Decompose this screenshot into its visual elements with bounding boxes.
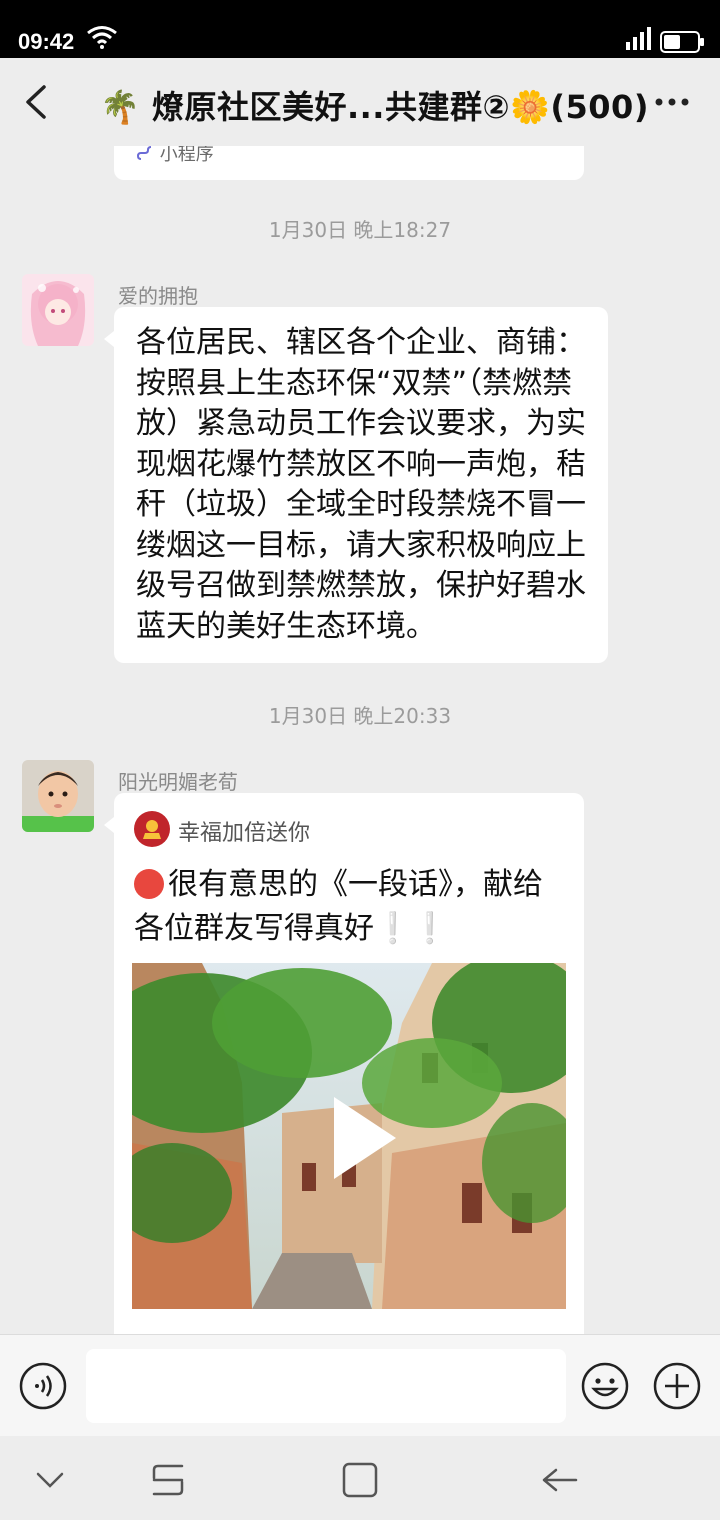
nav-recent-icon[interactable]: [148, 1462, 188, 1498]
video-thumbnail[interactable]: [132, 963, 566, 1309]
sender-name: 阳光明媚老荀: [118, 770, 238, 794]
system-nav-bar: [0, 1436, 720, 1520]
mini-program-text: 小程序: [159, 146, 214, 165]
red-circle-icon: [134, 869, 164, 899]
signal-icon: [626, 27, 651, 50]
card-source-name: 幸福加倍送你: [178, 821, 311, 846]
shared-video-card[interactable]: 幸福加倍送你 很有意思的《一段话》，献给各位群友写得真好❕❕: [104, 793, 584, 1334]
battery-icon: [660, 31, 704, 53]
back-arrow-icon[interactable]: [20, 84, 50, 120]
timestamp: 1月30日 晚上20:33: [268, 704, 452, 728]
timestamp: 1月30日 晚上18:27: [268, 218, 452, 242]
status-time: 09:42: [18, 29, 75, 54]
avatar[interactable]: [22, 274, 94, 346]
mini-program-icon: [136, 146, 152, 160]
card-source-icon: [134, 811, 170, 847]
input-bar: [0, 1334, 720, 1437]
voice-icon[interactable]: [18, 1361, 68, 1411]
message-text: 各位居民、辖区各个企业、商铺：按照县上生态环保“双禁”（禁燃禁放）紧急动员工作会…: [136, 325, 586, 644]
chat-header: 🌴 燎原社区美好...共建群②🌼(500): [0, 58, 720, 146]
message-input[interactable]: [86, 1349, 566, 1423]
message-bubble[interactable]: 各位居民、辖区各个企业、商铺：按照县上生态环保“双禁”（禁燃禁放）紧急动员工作会…: [104, 307, 608, 663]
exclamation-icons: ❕❕: [374, 911, 449, 946]
play-icon[interactable]: [330, 1093, 400, 1183]
avatar[interactable]: [22, 760, 94, 832]
sender-name: 爱的拥抱: [118, 284, 198, 308]
mini-program-label: 小程序: [136, 146, 214, 166]
chat-area[interactable]: 小程序 1月30日 晚上18:27 爱的拥抱 各位居民、辖区各个企业、商铺：按照…: [0, 146, 720, 1334]
previous-mini-program-card[interactable]: 小程序: [114, 146, 584, 180]
emoji-icon[interactable]: [580, 1361, 630, 1411]
nav-back-icon[interactable]: [540, 1462, 580, 1498]
card-title-text: 很有意思的《一段话》，献给各位群友写得真好: [134, 867, 543, 946]
card-title: 很有意思的《一段话》，献给各位群友写得真好❕❕: [134, 863, 564, 951]
wifi-icon: [87, 26, 117, 49]
plus-icon[interactable]: [652, 1361, 702, 1411]
more-icon[interactable]: [654, 88, 690, 116]
nav-home-icon[interactable]: [340, 1462, 380, 1498]
nav-down-icon[interactable]: [30, 1462, 70, 1498]
chat-title: 🌴 燎原社区美好...共建群②🌼(500): [100, 88, 649, 126]
status-bar: 09:42: [0, 0, 720, 58]
